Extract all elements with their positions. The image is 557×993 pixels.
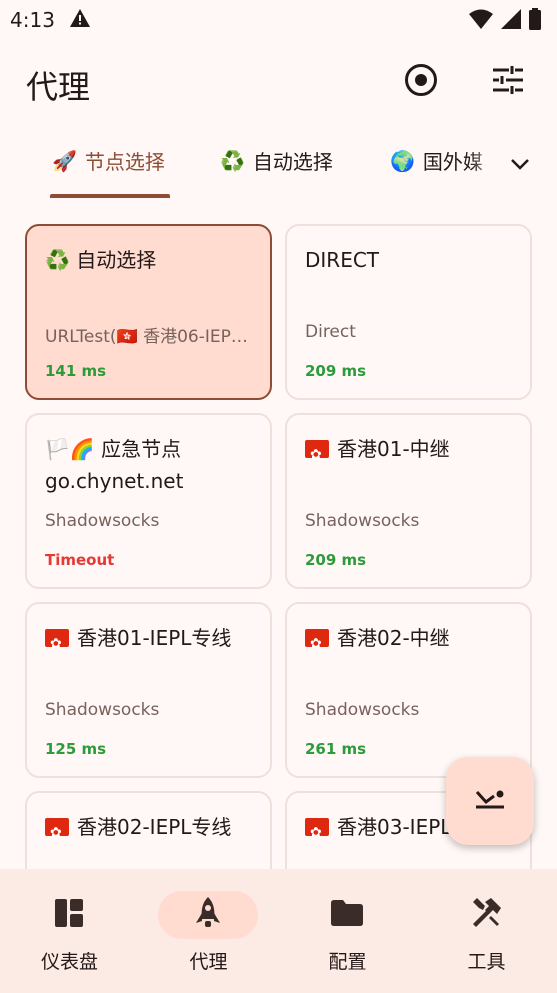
nav-pill bbox=[158, 891, 258, 939]
nav-item-profiles[interactable]: 配置 bbox=[278, 869, 417, 993]
dashboard-icon bbox=[55, 899, 83, 931]
wifi-icon bbox=[469, 9, 493, 33]
proxy-name: ♻️ 自动选择 bbox=[45, 248, 157, 272]
hk-flag-icon bbox=[45, 628, 69, 660]
group-tabs: 🚀 节点选择 ♻️ 自动选择 🌍 国外媒 bbox=[0, 130, 557, 200]
rocket-icon bbox=[196, 897, 220, 933]
nav-item-proxy[interactable]: 代理 bbox=[139, 869, 278, 993]
proxy-card[interactable]: ♻️ 自动选择 URLTest(🇭🇰 香港06-IEPL专线) 141 ms bbox=[25, 224, 272, 400]
proxy-type: Shadowsocks bbox=[305, 511, 420, 531]
record-icon bbox=[404, 63, 438, 101]
tab-auto-select[interactable]: ♻️ 自动选择 bbox=[220, 146, 333, 175]
signal-icon bbox=[501, 9, 521, 33]
globe-emoji-icon: 🌍 bbox=[390, 148, 415, 173]
nav-item-tools[interactable]: 工具 bbox=[417, 869, 556, 993]
proxy-delay[interactable]: 261 ms bbox=[305, 740, 366, 758]
nav-label: 配置 bbox=[328, 951, 367, 973]
nav-label: 仪表盘 bbox=[40, 951, 98, 973]
proxy-name: 香港01-IEPL专线 bbox=[45, 622, 256, 660]
nav-item-dashboard[interactable]: 仪表盘 bbox=[0, 869, 139, 993]
hk-flag-icon bbox=[305, 439, 329, 471]
proxy-name: 香港02-中继 bbox=[305, 622, 516, 660]
tab-node-select[interactable]: 🚀 节点选择 bbox=[52, 146, 165, 175]
proxy-name: 香港01-中继 bbox=[305, 433, 516, 471]
proxy-delay[interactable]: 209 ms bbox=[305, 551, 366, 569]
warning-icon bbox=[70, 9, 90, 31]
tune-button[interactable] bbox=[488, 62, 528, 102]
proxy-card[interactable]: DIRECT Direct 209 ms bbox=[285, 224, 532, 400]
hk-flag-icon bbox=[305, 817, 329, 843]
proxy-name: 🏳️🌈 应急节点 go.chynet.net bbox=[45, 437, 184, 493]
tabs-expand-button[interactable] bbox=[500, 144, 540, 184]
tools-icon bbox=[471, 898, 501, 932]
proxy-type: Shadowsocks bbox=[45, 511, 160, 531]
proxy-delay[interactable]: 209 ms bbox=[305, 362, 366, 380]
proxy-card[interactable]: 香港02-中继 Shadowsocks 261 ms bbox=[285, 602, 532, 778]
rocket-emoji-icon: 🚀 bbox=[52, 148, 77, 173]
tab-foreign-media[interactable]: 🌍 国外媒 bbox=[390, 146, 483, 175]
proxy-delay[interactable]: 125 ms bbox=[45, 740, 106, 758]
proxy-name: 香港02-IEPL专线 bbox=[45, 811, 256, 849]
proxy-card[interactable]: 香港01-IEPL专线 Shadowsocks 125 ms bbox=[25, 602, 272, 778]
nav-pill bbox=[19, 891, 119, 939]
record-button[interactable] bbox=[401, 62, 441, 102]
collapse-icon bbox=[474, 789, 506, 813]
proxy-type: Shadowsocks bbox=[45, 700, 160, 720]
tab-indicator bbox=[50, 194, 170, 198]
chevron-down-icon bbox=[510, 155, 530, 174]
battery-icon bbox=[529, 8, 541, 34]
proxy-type: URLTest(🇭🇰 香港06-IEPL专线) bbox=[45, 327, 256, 347]
bottom-navigation: 仪表盘 代理 配置 工具 bbox=[0, 869, 557, 993]
collapse-fab[interactable] bbox=[446, 757, 534, 845]
tune-icon bbox=[493, 66, 523, 98]
proxy-card[interactable]: 香港02-IEPL专线 bbox=[25, 791, 272, 869]
tab-fade bbox=[470, 130, 500, 190]
nav-label: 工具 bbox=[467, 951, 506, 973]
folder-icon bbox=[331, 900, 363, 930]
app-bar: 代理 bbox=[0, 40, 557, 124]
page-title: 代理 bbox=[26, 68, 91, 106]
status-time: 4:13 bbox=[10, 8, 55, 32]
tab-label: 自动选择 bbox=[252, 150, 333, 174]
proxy-name: DIRECT bbox=[305, 248, 380, 272]
proxy-type: Shadowsocks bbox=[305, 700, 420, 720]
nav-label: 代理 bbox=[189, 951, 228, 973]
hk-flag-icon bbox=[45, 817, 69, 849]
proxy-card[interactable]: 🏳️🌈 应急节点 go.chynet.net Shadowsocks Timeo… bbox=[25, 413, 272, 589]
tab-label: 节点选择 bbox=[84, 150, 165, 174]
proxy-delay[interactable]: 141 ms bbox=[45, 362, 106, 380]
recycle-emoji-icon: ♻️ bbox=[220, 148, 245, 173]
nav-pill bbox=[297, 891, 397, 939]
proxy-type: Direct bbox=[305, 322, 356, 342]
proxy-card[interactable]: 香港01-中继 Shadowsocks 209 ms bbox=[285, 413, 532, 589]
proxy-delay[interactable]: Timeout bbox=[45, 551, 114, 569]
status-bar: 4:13 bbox=[0, 0, 557, 40]
nav-pill bbox=[436, 891, 536, 939]
hk-flag-icon bbox=[305, 628, 329, 660]
